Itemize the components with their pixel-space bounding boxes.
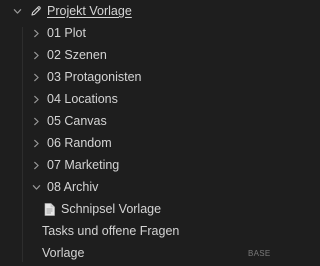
file-label: Schnipsel Vorlage: [61, 202, 162, 216]
chevron-right-icon[interactable]: [31, 72, 41, 82]
folder-label: 05 Canvas: [47, 114, 107, 128]
chevron-right-icon[interactable]: [31, 138, 41, 148]
folder-item[interactable]: 04 Locations: [0, 88, 300, 110]
chevron-down-icon[interactable]: [12, 6, 22, 16]
tree-root-label: Projekt Vorlage: [47, 4, 132, 18]
folder-item[interactable]: 06 Random: [0, 132, 300, 154]
file-item-vorlage[interactable]: Vorlage BASE: [0, 242, 300, 264]
folder-label: 04 Locations: [47, 92, 118, 106]
chevron-right-icon[interactable]: [31, 28, 41, 38]
file-label: Vorlage: [42, 246, 85, 260]
folder-item[interactable]: 05 Canvas: [0, 110, 300, 132]
chevron-down-icon[interactable]: [31, 182, 41, 192]
file-item-schnipsel-vorlage[interactable]: Schnipsel Vorlage: [0, 198, 300, 220]
folder-item-archiv[interactable]: 08 Archiv: [0, 176, 300, 198]
folder-label: 06 Random: [47, 136, 112, 150]
folder-label: 08 Archiv: [47, 180, 99, 194]
chevron-right-icon[interactable]: [31, 50, 41, 60]
file-item-tasks[interactable]: Tasks und offene Fragen: [0, 220, 300, 242]
file-explorer-tree: Projekt Vorlage 01 Plot 02 Szenen 03 Pro…: [0, 0, 300, 266]
folder-item[interactable]: 02 Szenen: [0, 44, 300, 66]
folder-label: 07 Marketing: [47, 158, 120, 172]
folder-label: 02 Szenen: [47, 48, 107, 62]
pencil-icon: [30, 5, 42, 17]
folder-label: 01 Plot: [47, 26, 86, 40]
file-type-badge: BASE: [248, 248, 271, 258]
folder-item[interactable]: 07 Marketing: [0, 154, 300, 176]
document-icon: [44, 202, 55, 216]
tree-root-projekt-vorlage[interactable]: Projekt Vorlage: [0, 0, 300, 22]
chevron-right-icon[interactable]: [31, 116, 41, 126]
folder-item[interactable]: 01 Plot: [0, 22, 300, 44]
chevron-right-icon[interactable]: [31, 160, 41, 170]
chevron-right-icon[interactable]: [31, 94, 41, 104]
folder-item[interactable]: 03 Protagonisten: [0, 66, 300, 88]
folder-label: 03 Protagonisten: [47, 70, 142, 84]
file-label: Tasks und offene Fragen: [42, 224, 180, 238]
